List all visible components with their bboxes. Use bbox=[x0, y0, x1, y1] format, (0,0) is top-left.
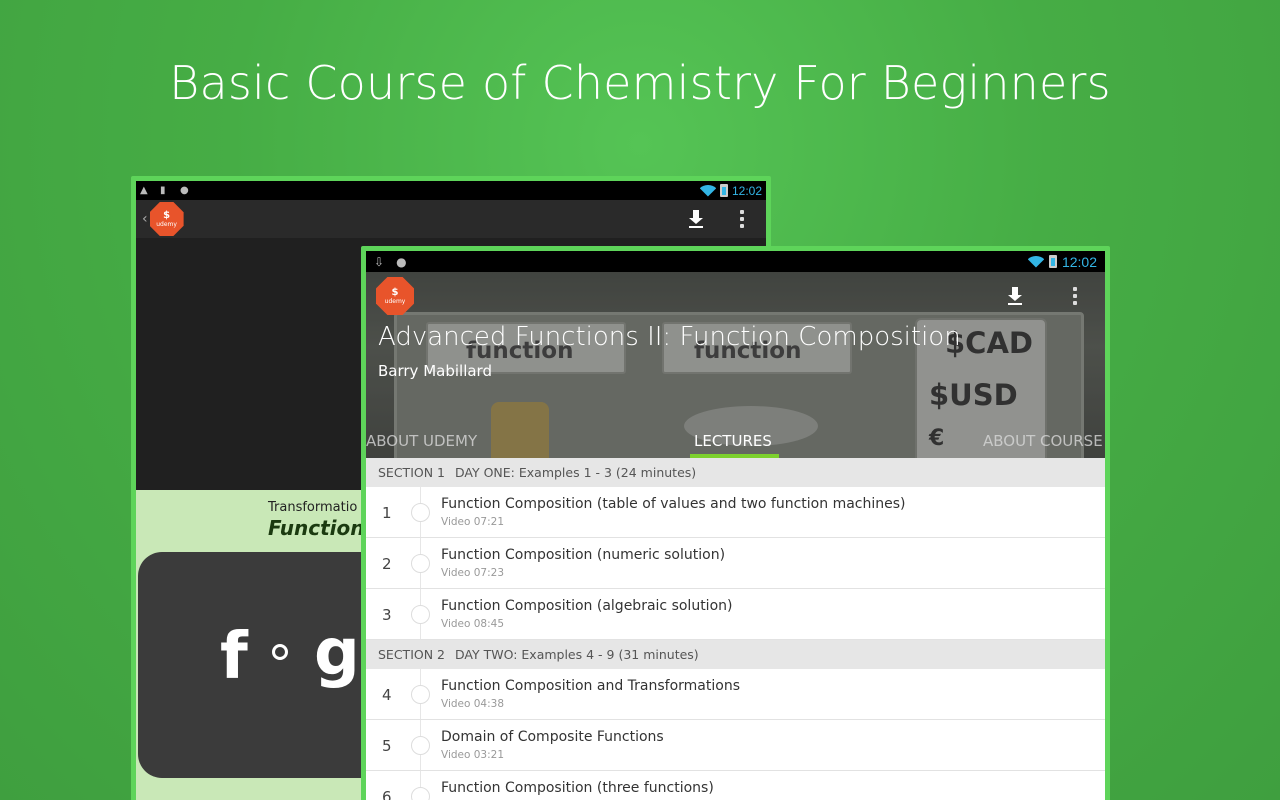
slide-subtitle: Transformatio bbox=[268, 500, 358, 515]
symbol-g: g bbox=[314, 616, 360, 690]
status-bar: ⇩ ● 12:02 bbox=[366, 251, 1105, 272]
action-bar: $ udemy bbox=[366, 272, 1105, 320]
udemy-logo[interactable]: $ udemy bbox=[376, 277, 414, 315]
image-notification-icon: ▲ bbox=[140, 184, 148, 196]
symbol-f: f bbox=[220, 620, 248, 694]
lecture-title: Function Composition and Transformations bbox=[441, 678, 740, 694]
download-icon[interactable] bbox=[688, 210, 704, 228]
tab-lectures[interactable]: LECTURES bbox=[694, 432, 772, 450]
lecture-meta: Video 04:38 bbox=[441, 698, 505, 710]
back-arrow-icon[interactable]: ‹ bbox=[142, 211, 148, 227]
section-header: SECTION 1 DAY ONE: Examples 1 - 3 (24 mi… bbox=[366, 458, 1105, 487]
battery-icon bbox=[719, 184, 728, 197]
lecture-meta: Video 07:23 bbox=[441, 567, 505, 579]
front-device-frame: ⇩ ● 12:02 function function $CAD $USD € bbox=[361, 246, 1110, 800]
wifi-icon bbox=[1028, 256, 1044, 268]
android-icon: ● bbox=[396, 254, 407, 269]
android-icon: ● bbox=[180, 184, 189, 196]
course-title: Advanced Functions II: Function Composit… bbox=[378, 322, 961, 352]
lecture-meta: Video 07:21 bbox=[441, 516, 505, 528]
action-bar: ‹ $ udemy bbox=[136, 200, 766, 238]
lecture-row[interactable]: 5 Domain of Composite Functions Video 03… bbox=[366, 720, 1105, 771]
progress-circle-icon bbox=[411, 503, 430, 522]
download-notification-icon: ⇩ bbox=[374, 254, 385, 269]
slide-title: Function bbox=[268, 516, 365, 540]
composition-circle-icon bbox=[272, 644, 288, 660]
lecture-row[interactable]: 3 Function Composition (algebraic soluti… bbox=[366, 589, 1105, 640]
progress-circle-icon bbox=[411, 787, 430, 800]
lecture-list: SECTION 1 DAY ONE: Examples 1 - 3 (24 mi… bbox=[366, 458, 1105, 800]
lecture-meta: Video 03:21 bbox=[441, 749, 505, 761]
lecture-row[interactable]: 6 Function Composition (three functions) bbox=[366, 771, 1105, 800]
tab-about-course[interactable]: ABOUT COURSE bbox=[983, 432, 1103, 450]
front-device-screen: ⇩ ● 12:02 function function $CAD $USD € bbox=[366, 251, 1105, 800]
download-icon[interactable] bbox=[1007, 287, 1023, 305]
lecture-title: Function Composition (algebraic solution… bbox=[441, 598, 733, 614]
tab-indicator bbox=[690, 454, 779, 458]
status-bar: ▲ ▮ ● 12:02 bbox=[136, 181, 766, 200]
progress-circle-icon bbox=[411, 736, 430, 755]
sd-card-icon: ▮ bbox=[160, 184, 166, 196]
lecture-title: Function Composition (numeric solution) bbox=[441, 547, 726, 563]
tab-bar: ABOUT UDEMY LECTURES ABOUT COURSE bbox=[366, 424, 1105, 458]
status-time: 12:02 bbox=[731, 183, 762, 198]
overflow-menu-icon[interactable] bbox=[740, 210, 744, 228]
udemy-logo[interactable]: $ udemy bbox=[149, 202, 184, 236]
lecture-title: Domain of Composite Functions bbox=[441, 729, 664, 745]
lecture-title: Function Composition (three functions) bbox=[441, 780, 714, 796]
status-time: 12:02 bbox=[1061, 253, 1097, 270]
lecture-row[interactable]: 1 Function Composition (table of values … bbox=[366, 487, 1105, 538]
overflow-menu-icon[interactable] bbox=[1073, 287, 1077, 305]
progress-circle-icon bbox=[411, 605, 430, 624]
battery-icon bbox=[1048, 255, 1057, 268]
progress-circle-icon bbox=[411, 554, 430, 573]
progress-circle-icon bbox=[411, 685, 430, 704]
wifi-icon bbox=[700, 185, 716, 197]
lecture-row[interactable]: 2 Function Composition (numeric solution… bbox=[366, 538, 1105, 589]
lecture-meta: Video 08:45 bbox=[441, 618, 505, 630]
course-author: Barry Mabillard bbox=[378, 362, 492, 380]
lecture-row[interactable]: 4 Function Composition and Transformatio… bbox=[366, 669, 1105, 720]
lecture-title: Function Composition (table of values an… bbox=[441, 496, 906, 512]
promo-headline: Basic Course of Chemistry For Beginners bbox=[169, 56, 1111, 110]
tab-about-udemy[interactable]: ABOUT UDEMY bbox=[366, 432, 477, 450]
section-header: SECTION 2 DAY TWO: Examples 4 - 9 (31 mi… bbox=[366, 640, 1105, 669]
course-header: function function $CAD $USD € $ udemy Ad… bbox=[366, 272, 1105, 458]
